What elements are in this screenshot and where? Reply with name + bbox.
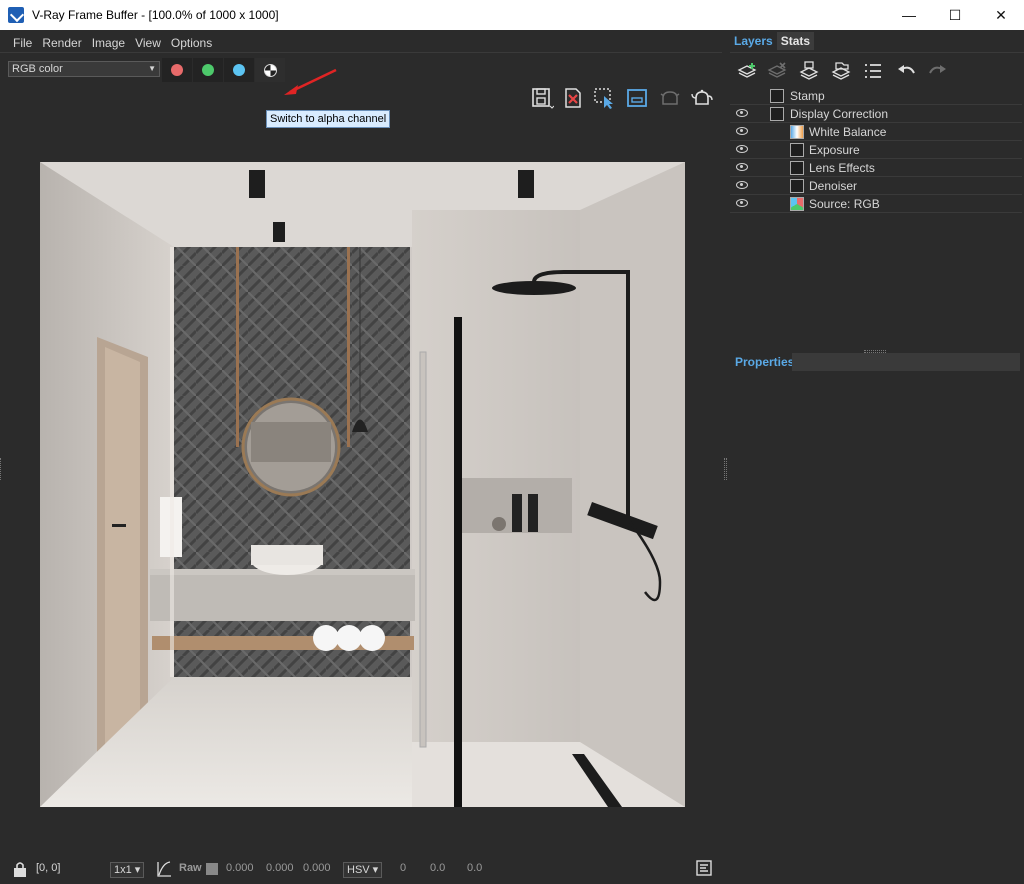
- save-layers-icon[interactable]: [798, 61, 820, 81]
- blue-value: 0.000: [303, 862, 331, 874]
- load-layers-icon[interactable]: [830, 61, 852, 81]
- properties-bar: [792, 353, 1020, 371]
- splitter-grip[interactable]: [724, 458, 727, 480]
- green-value: 0.000: [266, 862, 294, 874]
- hue-value: 0: [400, 862, 407, 874]
- red-value: 0.000: [226, 862, 254, 874]
- blue-channel-button[interactable]: [224, 58, 254, 82]
- color-swatch: [206, 863, 218, 875]
- render-interactive-icon[interactable]: [658, 86, 682, 110]
- pixel-coords: [0, 0]: [36, 862, 61, 874]
- menu-render[interactable]: Render: [37, 34, 86, 52]
- layer-label: Exposure: [809, 143, 860, 157]
- green-channel-button[interactable]: [193, 58, 223, 82]
- track-mouse-icon[interactable]: [625, 86, 649, 110]
- render-image[interactable]: [40, 162, 685, 807]
- layer-label: White Balance: [809, 125, 887, 139]
- delete-layer-icon[interactable]: [766, 61, 788, 81]
- color-space-value: HSV: [347, 864, 370, 876]
- layer-label: Display Correction: [790, 107, 889, 121]
- value-value: 0.0: [467, 862, 483, 874]
- maximize-button[interactable]: ☐: [932, 0, 978, 30]
- close-button[interactable]: ✕: [978, 0, 1024, 30]
- menu-view[interactable]: View: [130, 34, 166, 52]
- menu-image[interactable]: Image: [87, 34, 130, 52]
- color-space-dropdown[interactable]: HSV ▾: [343, 862, 383, 878]
- white-balance-icon: [790, 125, 804, 139]
- panel-splitter[interactable]: [722, 30, 730, 854]
- raw-label: Raw: [179, 862, 202, 874]
- channel-dropdown[interactable]: RGB color ▼: [8, 61, 160, 77]
- redo-icon[interactable]: [926, 61, 948, 81]
- eye-icon[interactable]: [736, 163, 748, 171]
- layer-label: Denoiser: [809, 179, 858, 193]
- alpha-channel-tooltip: Switch to alpha channel: [266, 110, 391, 128]
- layer-label: Stamp: [790, 89, 825, 103]
- blue-channel-icon: [233, 64, 245, 76]
- green-channel-icon: [202, 64, 214, 76]
- eye-icon[interactable]: [736, 181, 748, 189]
- save-icon[interactable]: [530, 86, 554, 110]
- frame-buffer-panel: File Render Image View Options RGB color…: [0, 30, 722, 878]
- clear-image-icon[interactable]: [561, 86, 585, 110]
- vray-app-icon: [8, 7, 24, 23]
- lens-effects-icon: [790, 161, 804, 175]
- layer-row-display-correction[interactable]: Display Correction: [730, 105, 1022, 123]
- denoiser-icon: [790, 179, 804, 193]
- panel-tabs: Layers Stats: [730, 32, 815, 50]
- list-options-icon[interactable]: [862, 61, 884, 81]
- sample-size-dropdown[interactable]: 1x1 ▾: [110, 862, 145, 878]
- sample-size-value: 1x1: [114, 864, 132, 876]
- eye-icon[interactable]: [736, 145, 748, 153]
- saturation-value: 0.0: [430, 862, 446, 874]
- layer-label: Source: RGB: [809, 197, 880, 211]
- eye-icon[interactable]: [736, 109, 748, 117]
- minimize-button[interactable]: —: [886, 0, 932, 30]
- menu-bar: File Render Image View Options: [8, 34, 217, 52]
- status-bar: [0, 0] 1x1 ▾ Raw 0.000 0.000 0.000 HSV ▾…: [0, 856, 722, 884]
- layers-list: Stamp Display Correction White Balance E…: [730, 87, 1024, 213]
- red-channel-icon: [171, 64, 183, 76]
- window-title: V-Ray Frame Buffer - [100.0% of 1000 x 1…: [32, 8, 279, 22]
- undo-icon[interactable]: [896, 61, 918, 81]
- chevron-down-icon: ▼: [148, 64, 156, 73]
- title-bar: V-Ray Frame Buffer - [100.0% of 1000 x 1…: [0, 0, 1024, 30]
- layer-row-exposure[interactable]: Exposure: [730, 141, 1022, 159]
- properties-body: [730, 374, 1024, 854]
- region-render-icon[interactable]: [592, 86, 616, 110]
- layer-label: Lens Effects: [809, 161, 875, 175]
- eye-icon[interactable]: [736, 127, 748, 135]
- alpha-channel-icon: [263, 63, 277, 77]
- layer-row-source-rgb[interactable]: Source: RGB: [730, 195, 1022, 213]
- red-channel-button[interactable]: [162, 58, 192, 82]
- render-teapot-icon[interactable]: [690, 86, 714, 110]
- add-layer-icon[interactable]: [736, 61, 758, 81]
- layers-panel: Layers Stats Stamp Display Correction Wh…: [730, 30, 1024, 854]
- show-history-icon[interactable]: [696, 860, 712, 876]
- curve-icon: [770, 107, 784, 121]
- tab-stats[interactable]: Stats: [776, 32, 815, 50]
- properties-header: Properties: [730, 352, 1024, 372]
- menu-options[interactable]: Options: [166, 34, 217, 52]
- layer-row-white-balance[interactable]: White Balance: [730, 123, 1022, 141]
- layer-row-denoiser[interactable]: Denoiser: [730, 177, 1022, 195]
- lock-coords-icon[interactable]: [12, 860, 28, 878]
- stamp-icon: [770, 89, 784, 103]
- eye-icon[interactable]: [736, 199, 748, 207]
- layer-row-stamp[interactable]: Stamp: [730, 87, 1022, 105]
- properties-title: Properties: [735, 355, 795, 369]
- annotation-arrow-icon: [284, 68, 337, 95]
- source-rgb-icon: [790, 197, 804, 211]
- curve-icon[interactable]: [156, 860, 172, 878]
- layers-empty-area: [730, 213, 1024, 348]
- layer-toolbar: [730, 52, 1024, 86]
- menu-file[interactable]: File: [8, 34, 37, 52]
- toolbar: RGB color ▼: [0, 52, 722, 82]
- tab-layers[interactable]: Layers: [730, 32, 777, 50]
- channel-dropdown-value: RGB color: [12, 63, 63, 75]
- left-splitter-grip[interactable]: [0, 458, 3, 480]
- exposure-icon: [790, 143, 804, 157]
- layer-row-lens-effects[interactable]: Lens Effects: [730, 159, 1022, 177]
